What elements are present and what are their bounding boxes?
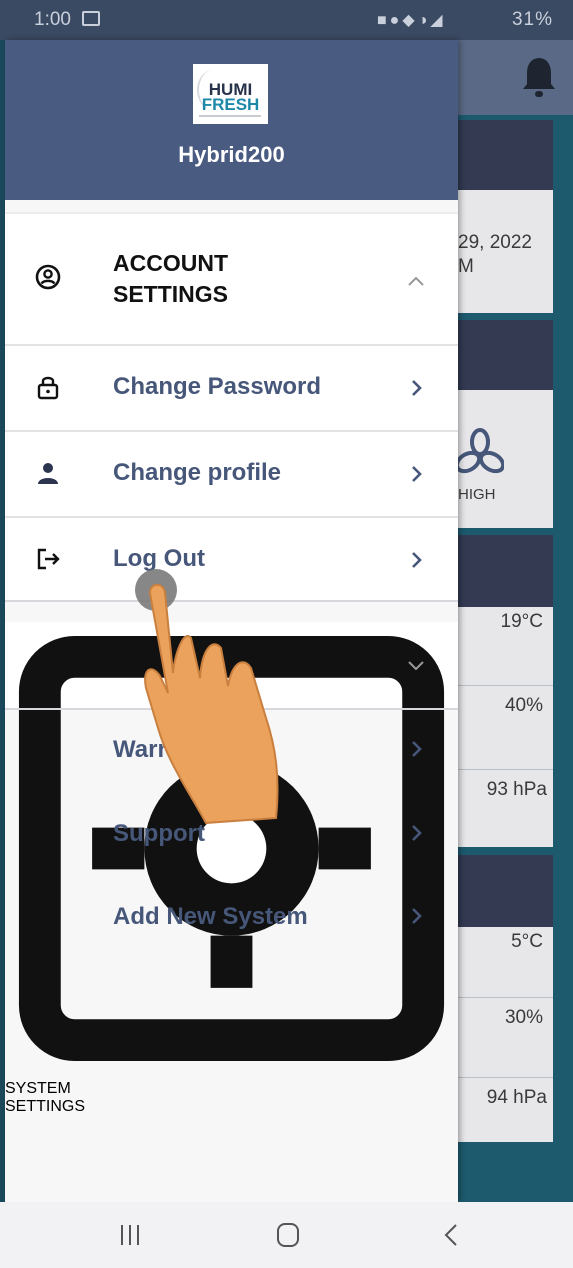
fan-icon bbox=[458, 428, 504, 474]
humifresh-logo: HUMI FRESH bbox=[193, 64, 268, 124]
add-new-system-item[interactable]: Add New System bbox=[5, 874, 458, 958]
chevron-right-icon bbox=[412, 466, 422, 482]
indoor-card-header bbox=[458, 535, 553, 607]
date-card-header bbox=[458, 120, 553, 190]
person-icon bbox=[38, 463, 58, 484]
indoor-pressure: 93 hPa bbox=[486, 779, 547, 800]
change-password-label: Change Password bbox=[113, 373, 322, 400]
system-settings-label: SYSTEM SETTINGS bbox=[5, 1080, 86, 1115]
fan-card-header bbox=[458, 320, 553, 390]
status-icons: ■●◆◑◢ bbox=[377, 12, 446, 29]
system-navigation-bar bbox=[0, 1202, 573, 1268]
recent-apps-icon[interactable] bbox=[110, 1220, 150, 1250]
chevron-right-icon bbox=[412, 825, 422, 841]
drawer-header: HUMI FRESH Hybrid200 bbox=[5, 40, 458, 200]
home-icon[interactable] bbox=[268, 1220, 308, 1250]
add-new-system-label: Add New System bbox=[113, 903, 308, 930]
outdoor-pressure: 94 hPa bbox=[486, 1087, 547, 1108]
indoor-temp: 19°C bbox=[500, 611, 543, 632]
bell-icon[interactable] bbox=[521, 56, 557, 100]
date-card: 29, 2022 M bbox=[458, 190, 553, 313]
chevron-down-icon bbox=[408, 661, 424, 671]
support-label: Support bbox=[113, 820, 205, 847]
outdoor-temp: 5°C bbox=[511, 931, 543, 952]
gallery-notification-icon bbox=[82, 11, 100, 26]
system-settings-header[interactable]: SYSTEM SETTINGS bbox=[5, 622, 458, 1115]
battery-percent: 31% bbox=[511, 9, 553, 30]
copy-documents-icon bbox=[38, 737, 60, 762]
lock-icon bbox=[37, 376, 59, 400]
change-profile-item[interactable]: Change profile bbox=[5, 432, 458, 516]
chevron-right-icon bbox=[412, 908, 422, 924]
fan-card: HIGH bbox=[458, 390, 553, 528]
account-settings-header[interactable]: ACCOUNT SETTINGS bbox=[5, 214, 458, 342]
account-circle-icon bbox=[35, 264, 61, 290]
status-bar: 1:00 ■●◆◑◢ 31% bbox=[0, 0, 573, 40]
system-name: Hybrid200 bbox=[178, 142, 285, 167]
logout-icon bbox=[37, 548, 60, 570]
background-dashboard: 29, 2022 M HIGH 19°C 40% 93 hPa 5°C 30% … bbox=[458, 40, 573, 1202]
account-settings-panel: ACCOUNT SETTINGS Change Password Change … bbox=[5, 214, 458, 600]
log-out-item[interactable]: Log Out bbox=[5, 518, 458, 600]
chevron-right-icon bbox=[412, 741, 422, 757]
date-text: 29, 2022 bbox=[458, 232, 532, 253]
outdoor-card-header bbox=[458, 855, 553, 927]
change-password-item[interactable]: Change Password bbox=[5, 346, 458, 430]
chevron-right-icon bbox=[412, 380, 422, 396]
separator bbox=[458, 769, 553, 770]
outdoor-humidity: 30% bbox=[504, 1007, 543, 1028]
separator bbox=[458, 1077, 553, 1078]
dashboard-header bbox=[458, 40, 573, 115]
indoor-card: 19°C 40% 93 hPa bbox=[458, 607, 553, 847]
fan-speed-text: HIGH bbox=[458, 486, 496, 503]
change-profile-label: Change profile bbox=[113, 459, 282, 486]
navigation-drawer: HUMI FRESH Hybrid200 ACCOUNT SETTINGS Ch… bbox=[5, 40, 458, 1202]
status-time: 1:00 bbox=[34, 9, 71, 30]
support-item[interactable]: Support bbox=[5, 792, 458, 874]
back-icon[interactable] bbox=[432, 1220, 472, 1250]
logo-line2: FRESH bbox=[201, 95, 260, 114]
account-settings-label: ACCOUNT SETTINGS bbox=[113, 250, 229, 307]
log-out-label: Log Out bbox=[113, 545, 205, 572]
indoor-humidity: 40% bbox=[504, 695, 543, 716]
chevron-up-icon bbox=[408, 276, 424, 286]
divider bbox=[5, 600, 458, 602]
warranty-item[interactable]: Warranty bbox=[5, 710, 458, 792]
chevron-right-icon bbox=[412, 552, 422, 568]
help-circle-icon bbox=[35, 820, 61, 846]
add-circle-icon bbox=[35, 904, 61, 930]
warranty-label: Warranty bbox=[113, 736, 217, 763]
date-time-text: M bbox=[458, 256, 474, 277]
separator bbox=[458, 685, 553, 686]
separator bbox=[458, 997, 553, 998]
outdoor-card: 5°C 30% 94 hPa bbox=[458, 927, 553, 1142]
